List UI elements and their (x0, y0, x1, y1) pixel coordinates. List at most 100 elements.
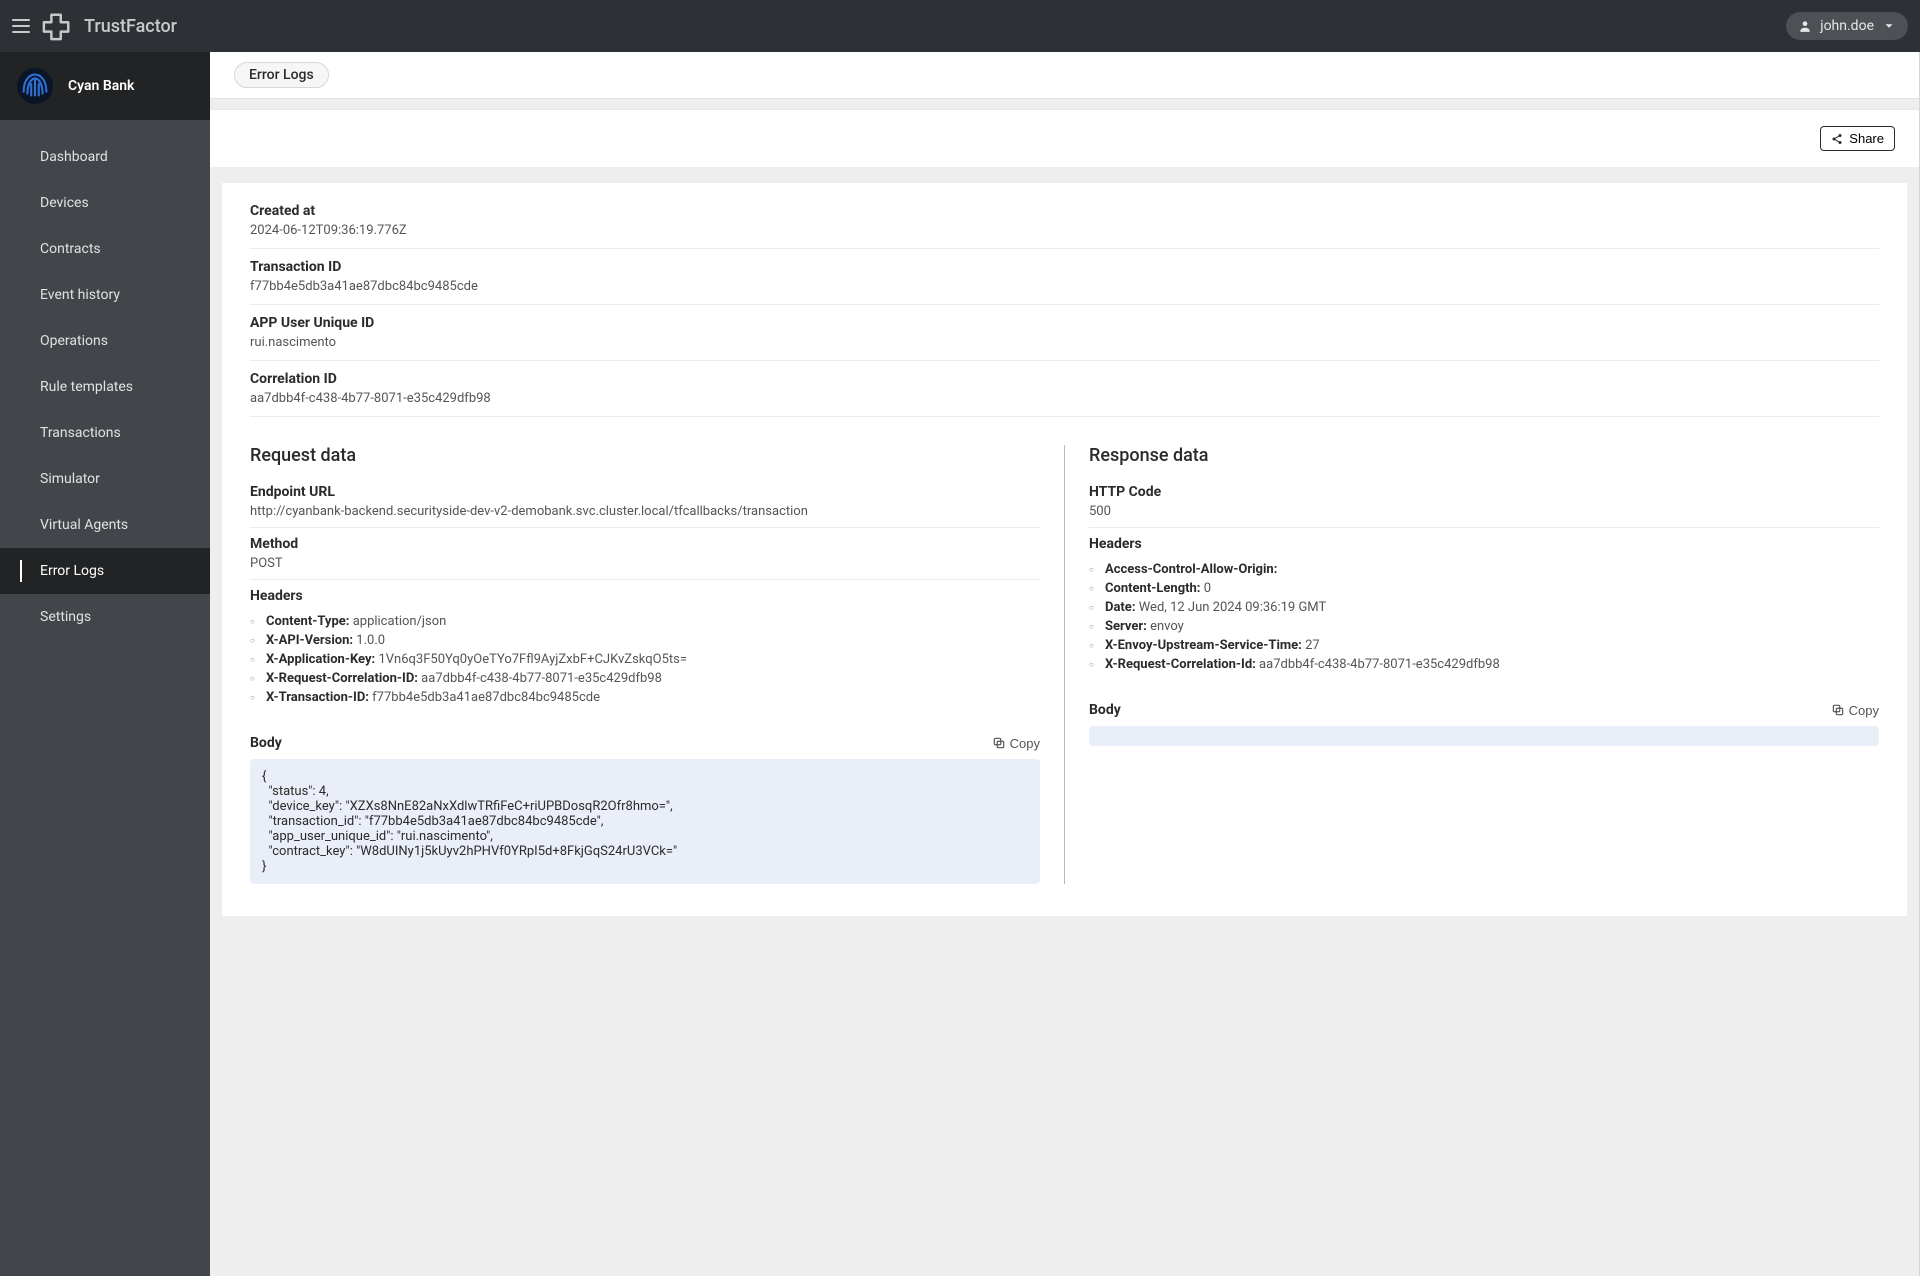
sidebar-item-label: Virtual Agents (40, 517, 128, 533)
header-key: X-Request-Correlation-Id: (1105, 657, 1256, 672)
sidebar-item-label: Transactions (40, 425, 121, 441)
copy-label: Copy (1849, 703, 1879, 718)
header-key: X-Application-Key: (266, 652, 375, 667)
header-value: application/json (349, 614, 446, 629)
field-value: 500 (1089, 504, 1879, 519)
meta-value: rui.nascimento (250, 335, 1879, 350)
header-key: X-Request-Correlation-ID: (266, 671, 418, 686)
sidebar-item-label: Error Logs (40, 563, 104, 579)
user-icon (1798, 19, 1812, 33)
sidebar-item-label: Dashboard (40, 149, 108, 165)
share-label: Share (1849, 131, 1884, 146)
header-key: X-Transaction-ID: (266, 690, 369, 705)
sidebar-item-rule-templates[interactable]: Rule templates (0, 364, 210, 410)
meta-value: f77bb4e5db3a41ae87dbc84bc9485cde (250, 279, 1879, 294)
header-value: envoy (1147, 619, 1184, 634)
main: Error Logs Share Created at 2024-06-12T0… (210, 52, 1920, 1276)
sidebar-item-dashboard[interactable]: Dashboard (0, 134, 210, 180)
sidebar-item-event-history[interactable]: Event history (0, 272, 210, 318)
response-body: Body Copy (1089, 702, 1879, 746)
user-menu[interactable]: john.doe (1786, 12, 1908, 40)
sidebar-item-settings[interactable]: Settings (0, 594, 210, 640)
request-body: Body Copy { "status": 4, "device_key": "… (250, 735, 1040, 884)
request-column: Request data Endpoint URL http://cyanban… (250, 445, 1065, 884)
meta-label: Created at (250, 203, 1879, 219)
header-key: X-Envoy-Upstream-Service-Time: (1105, 638, 1302, 653)
field-label: Headers (1089, 536, 1879, 552)
header-item: Date: Wed, 12 Jun 2024 09:36:19 GMT (1105, 598, 1879, 617)
header-value: 0 (1200, 581, 1211, 596)
request-endpoint: Endpoint URL http://cyanbank-backend.sec… (250, 476, 1040, 528)
field-label: Headers (250, 588, 1040, 604)
meta-transaction-id: Transaction ID f77bb4e5db3a41ae87dbc84bc… (250, 249, 1879, 305)
copy-request-body-button[interactable]: Copy (992, 736, 1040, 751)
header-key: Content-Length: (1105, 581, 1200, 596)
header-item: Server: envoy (1105, 617, 1879, 636)
brand-logo-icon (42, 11, 72, 41)
response-headers-list: Access-Control-Allow-Origin: Content-Len… (1089, 556, 1879, 674)
header-item: X-Application-Key: 1Vn6q3F50Yq0yOeTYo7Ff… (266, 650, 1040, 669)
org-name: Cyan Bank (68, 78, 134, 94)
brand-name: TrustFactor (84, 16, 177, 37)
sidebar-item-label: Event history (40, 287, 120, 303)
copy-label: Copy (1010, 736, 1040, 751)
share-button[interactable]: Share (1820, 126, 1895, 151)
header-key: Date: (1105, 600, 1136, 615)
sidebar-item-contracts[interactable]: Contracts (0, 226, 210, 272)
header-item: X-Request-Correlation-Id: aa7dbb4f-c438-… (1105, 655, 1879, 674)
toolbar: Share (210, 109, 1919, 167)
sidebar: Cyan Bank Dashboard Devices Contracts Event… (0, 52, 210, 1276)
tab-error-logs[interactable]: Error Logs (234, 62, 329, 88)
header-value: aa7dbb4f-c438-4b77-8071-e35c429dfb98 (1256, 657, 1500, 672)
meta-value: 2024-06-12T09:36:19.776Z (250, 223, 1879, 238)
header-item: Content-Length: 0 (1105, 579, 1879, 598)
sidebar-item-transactions[interactable]: Transactions (0, 410, 210, 456)
meta-label: Correlation ID (250, 371, 1879, 387)
sidebar-item-error-logs[interactable]: Error Logs (0, 548, 210, 594)
field-value: http://cyanbank-backend.securityside-dev… (250, 504, 1040, 519)
sidebar-item-simulator[interactable]: Simulator (0, 456, 210, 502)
header-key: X-API-Version: (266, 633, 353, 648)
header-item: Content-Type: application/json (266, 612, 1040, 631)
field-label: Endpoint URL (250, 484, 1040, 500)
sidebar-item-virtual-agents[interactable]: Virtual Agents (0, 502, 210, 548)
meta-label: Transaction ID (250, 259, 1879, 275)
user-name: john.doe (1820, 18, 1874, 34)
header-value: 1.0.0 (353, 633, 385, 648)
response-column: Response data HTTP Code 500 Headers Acce… (1065, 445, 1879, 884)
share-icon (1831, 133, 1843, 145)
copy-response-body-button[interactable]: Copy (1831, 703, 1879, 718)
sidebar-item-label: Simulator (40, 471, 100, 487)
body-title: Body (250, 735, 282, 751)
sidebar-item-devices[interactable]: Devices (0, 180, 210, 226)
request-title: Request data (250, 445, 1040, 466)
sidebar-item-label: Rule templates (40, 379, 133, 395)
header-value: f77bb4e5db3a41ae87dbc84bc9485cde (369, 690, 600, 705)
header-item: X-Envoy-Upstream-Service-Time: 27 (1105, 636, 1879, 655)
copy-icon (1831, 703, 1845, 717)
meta-label: APP User Unique ID (250, 315, 1879, 331)
header-value: Wed, 12 Jun 2024 09:36:19 GMT (1136, 600, 1327, 615)
tab-label: Error Logs (249, 67, 314, 83)
field-label: Method (250, 536, 1040, 552)
header-item: X-Transaction-ID: f77bb4e5db3a41ae87dbc8… (266, 688, 1040, 707)
hamburger-icon[interactable] (12, 19, 30, 33)
org-logo-icon (16, 67, 54, 105)
sidebar-item-operations[interactable]: Operations (0, 318, 210, 364)
meta-value: aa7dbb4f-c438-4b77-8071-e35c429dfb98 (250, 391, 1879, 406)
header-item: Access-Control-Allow-Origin: (1105, 560, 1879, 579)
meta-created-at: Created at 2024-06-12T09:36:19.776Z (250, 203, 1879, 249)
sidebar-item-label: Settings (40, 609, 91, 625)
request-body-content: { "status": 4, "device_key": "XZXs8NnE82… (250, 759, 1040, 884)
content-card: Created at 2024-06-12T09:36:19.776Z Tran… (222, 183, 1907, 916)
sidebar-item-label: Devices (40, 195, 89, 211)
topbar: TrustFactor john.doe (0, 0, 1920, 52)
meta-correlation-id: Correlation ID aa7dbb4f-c438-4b77-8071-e… (250, 361, 1879, 417)
field-value: POST (250, 556, 1040, 571)
org-header[interactable]: Cyan Bank (0, 52, 210, 120)
meta-app-user-id: APP User Unique ID rui.nascimento (250, 305, 1879, 361)
body-title: Body (1089, 702, 1121, 718)
header-key: Access-Control-Allow-Origin: (1105, 562, 1277, 577)
header-key: Server: (1105, 619, 1147, 634)
request-headers: Headers Content-Type: application/json X-… (250, 580, 1040, 715)
